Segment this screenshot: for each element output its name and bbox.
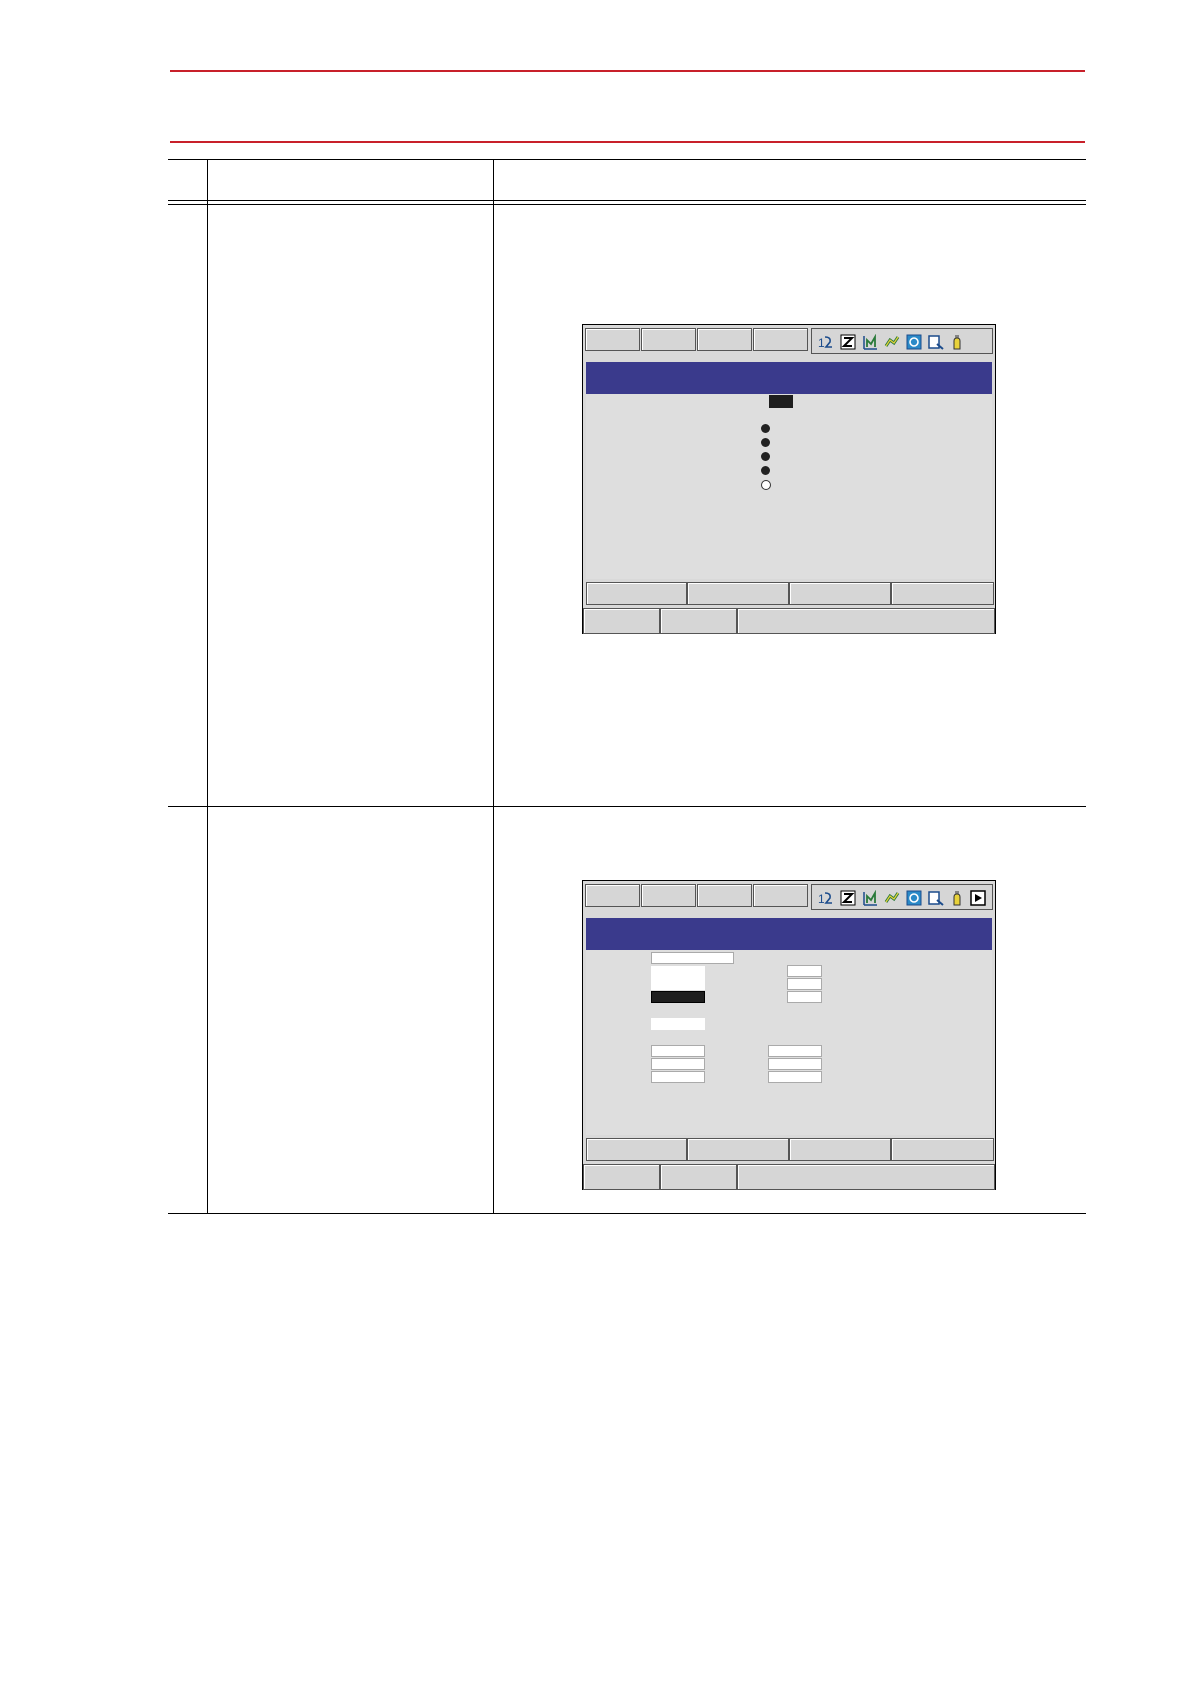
function-key-3[interactable] [789,582,891,605]
function-key-1[interactable] [586,1138,687,1161]
screen-content [586,394,992,579]
input-field-10[interactable] [787,991,822,1003]
pendant-screen-2: 1 [582,880,996,1190]
input-field-8[interactable] [787,965,822,977]
z-icon [840,334,856,350]
input-field-5[interactable] [651,1045,705,1057]
menu-button-3[interactable] [697,884,752,907]
input-field-7[interactable] [651,1071,705,1083]
input-field-4[interactable] [651,1018,705,1030]
edit-icon [928,335,944,350]
radio-option-3[interactable] [761,452,770,461]
message-area [737,1164,995,1190]
status-cell-1[interactable] [583,1164,660,1190]
svg-text:1: 1 [818,892,825,906]
robot-icon [884,336,900,347]
z-icon [840,890,856,906]
hand-icon [953,335,961,350]
screen-content [586,950,992,1135]
radio-option-2[interactable] [761,438,770,447]
status-bar [583,1164,995,1190]
input-field-11[interactable] [768,1045,822,1057]
number-icon: 1 [818,892,832,906]
cycle-icon [906,334,922,350]
message-area [737,608,995,634]
chart-icon [863,890,877,906]
chart-icon [863,334,877,350]
status-bar [583,608,995,634]
menu-button-4[interactable] [753,328,808,351]
function-key-3[interactable] [789,1138,891,1161]
input-field-3[interactable] [651,978,705,990]
pendant-screen-1: 1 [582,324,996,634]
status-icon-tray: 1 [811,884,993,910]
selection-cursor [769,395,793,408]
header-top-rule [170,70,1085,72]
function-key-row [586,1138,994,1161]
input-field-6[interactable] [651,1058,705,1070]
menu-button-2[interactable] [641,328,696,351]
number-icon: 1 [818,336,832,350]
play-icon [970,890,986,906]
header-bottom-rule [170,141,1085,143]
input-field-2[interactable] [651,966,705,978]
input-field-9[interactable] [787,978,822,990]
edit-icon [928,891,944,906]
radio-option-4[interactable] [761,466,770,475]
input-field-12[interactable] [768,1058,822,1070]
radio-option-1[interactable] [761,424,770,433]
menu-button-2[interactable] [641,884,696,907]
function-key-2[interactable] [687,582,789,605]
input-field-1[interactable] [651,952,734,964]
menu-button-1[interactable] [585,328,640,351]
svg-text:1: 1 [818,336,825,350]
function-key-2[interactable] [687,1138,789,1161]
function-key-row [586,582,994,605]
menu-button-4[interactable] [753,884,808,907]
status-icon-tray: 1 [811,328,993,354]
robot-icon [884,892,900,903]
screen-title-bar [586,362,992,394]
menu-button-1[interactable] [585,884,640,907]
status-cell-1[interactable] [583,608,660,634]
function-key-4[interactable] [891,582,994,605]
input-field-13[interactable] [768,1071,822,1083]
input-field-selected[interactable] [651,991,705,1003]
cycle-icon [906,890,922,906]
status-cell-2[interactable] [660,1164,737,1190]
menu-button-3[interactable] [697,328,752,351]
function-key-1[interactable] [586,582,687,605]
status-cell-2[interactable] [660,608,737,634]
screen-title-bar [586,918,992,950]
radio-option-5[interactable] [761,480,771,490]
function-key-4[interactable] [891,1138,994,1161]
hand-icon [953,891,961,906]
